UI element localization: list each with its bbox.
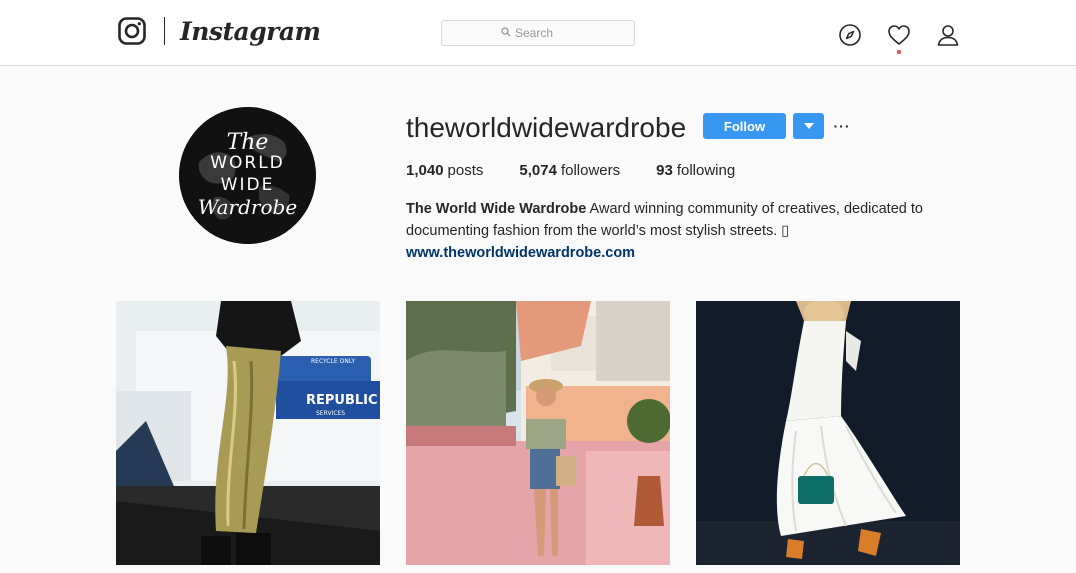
user-icon[interactable] [936,23,960,47]
avatar-text-the: The [227,130,269,155]
followers-count[interactable]: 5,074 followers [519,161,620,181]
posts-count: 1,040 posts [406,161,483,181]
followers-count-value: 5,074 [519,162,557,179]
profile-avatar[interactable]: The WORLD WIDE Wardrobe [179,107,316,244]
compass-icon[interactable] [838,23,862,47]
search-input[interactable] [515,26,575,40]
more-options-button[interactable]: ··· [833,115,851,137]
follow-button[interactable]: Follow [703,113,786,139]
profile-bio: The World Wide Wardrobe Award winning co… [406,198,946,264]
search-icon [501,24,511,42]
following-count[interactable]: 93 following [656,161,735,181]
suggested-dropdown-button[interactable] [793,113,824,139]
instagram-wordmark[interactable]: Instagram [180,14,321,50]
following-count-label: following [676,162,736,179]
logo-divider [164,17,165,45]
profile-website-link[interactable]: www.theworldwidewardrobe.com [406,242,946,264]
following-count-value: 93 [656,162,673,179]
post-thumbnail[interactable] [696,301,960,565]
heart-icon[interactable] [887,23,911,47]
followers-count-label: followers [560,162,621,179]
posts-count-label: posts [447,162,484,179]
truck-sign-services: SERVICES [316,410,345,417]
notification-dot [897,50,901,54]
avatar-text-wardrobe: Wardrobe [198,195,297,219]
top-nav: Instagram [0,0,1076,66]
truck-sign-republic: REPUBLIC [306,393,378,408]
post-thumbnail[interactable] [406,301,670,565]
avatar-text-wide: WIDE [221,175,275,195]
instagram-glyph-icon[interactable] [118,17,146,45]
truck-sign-recycle: RECYCLE ONLY [311,358,355,365]
bio-full-name: The World Wide Wardrobe [406,201,587,217]
posts-count-value: 1,040 [406,162,444,179]
search-box[interactable] [441,20,635,46]
caret-down-icon [803,123,814,129]
avatar-text-world: WORLD [210,153,285,173]
profile-username: theworldwidewardrobe [406,112,687,143]
profile-stats: 1,040 posts 5,074 followers 93 following [406,161,735,181]
post-thumbnail[interactable]: RECYCLE ONLY REPUBLIC SERVICES [116,301,380,565]
